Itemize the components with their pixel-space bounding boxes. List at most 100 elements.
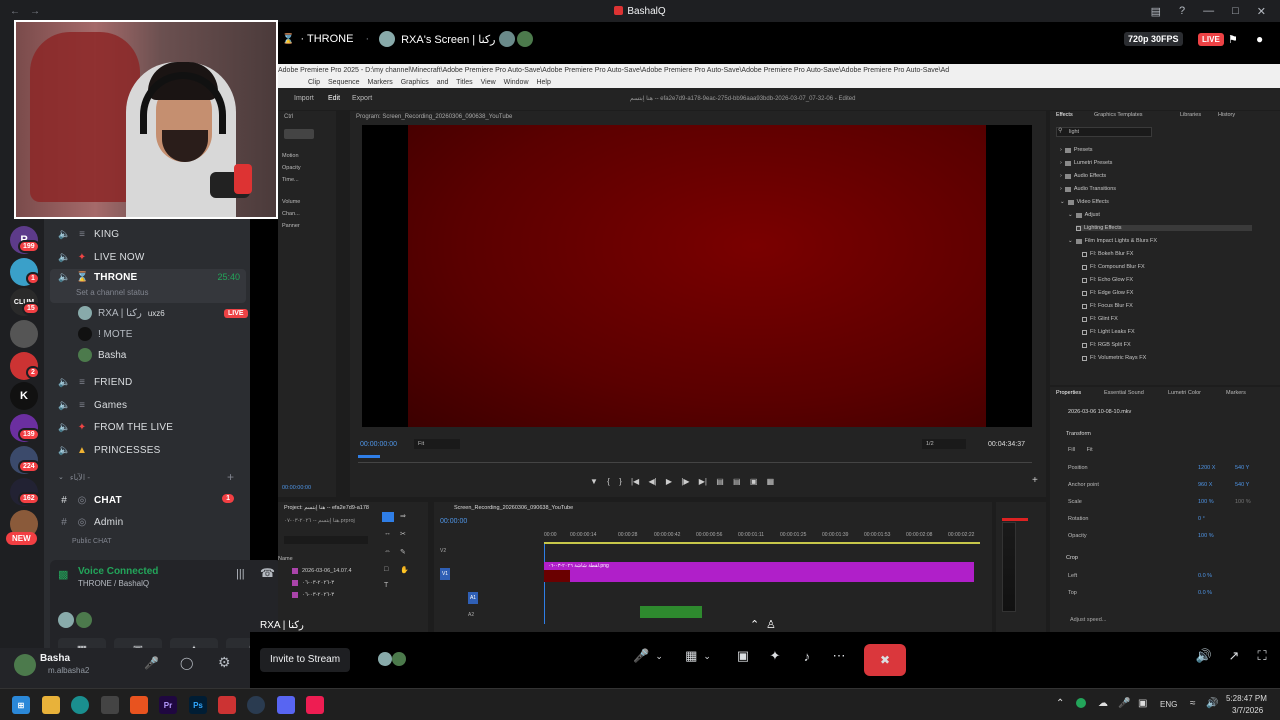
workspace-tab[interactable]: Import [294,88,314,110]
in-point-icon[interactable]: { [607,477,610,486]
prop-value[interactable]: 960 X [1198,482,1212,488]
popout-button[interactable]: ↗ [1224,644,1244,668]
prop-value[interactable]: 0.0 % [1198,590,1212,596]
tab-lumetri-color[interactable]: Lumetri Color [1168,390,1201,396]
tray-icon[interactable] [1076,698,1086,708]
tree-item[interactable]: ⌄ Video Effects [1060,199,1109,205]
audio-clip[interactable] [640,606,702,618]
microphone-icon[interactable]: 🎤 [144,656,159,670]
clip-chip[interactable] [284,129,314,139]
camera-button[interactable]: ▦ ⌄ [678,644,718,668]
channel-friend[interactable]: 🔈 ≡ FRIEND [44,372,244,392]
tab-history[interactable]: History [1218,112,1235,118]
photoshop-icon[interactable]: Ps [189,696,207,714]
windows-start-icon[interactable]: ⊞ [12,696,30,714]
sequence-tab[interactable]: Screen_Recording_20260306_090638_YouTube [454,505,573,511]
workspace-tab[interactable]: Export [352,88,372,110]
track-label[interactable]: A1 [468,592,478,604]
effect-control-item[interactable]: Panner [282,223,300,229]
server-icon[interactable] [10,320,38,348]
tree-item[interactable]: › Lumetri Presets [1060,160,1112,166]
vc-user[interactable]: Basha [78,346,126,364]
expand-up-icon[interactable]: ⌃ [750,618,759,631]
tree-item[interactable]: FI: Glint FX [1082,316,1118,322]
category-header[interactable]: ⌄ الآباء - + [44,470,244,484]
screen-share-button[interactable]: ▣ [732,644,754,668]
help-icon[interactable]: ? [1179,5,1185,17]
fullscreen-button[interactable]: ⛶ [1252,644,1272,668]
track-label[interactable]: V1 [440,568,450,580]
volume-button[interactable]: 🔊 [1194,644,1214,668]
effect-control-item[interactable]: Motion [282,153,299,159]
more-options-button[interactable]: ⋯ [828,644,850,668]
username[interactable]: Basha [40,653,70,664]
tree-item[interactable]: FI: Compound Blur FX [1082,264,1145,270]
leave-call-button[interactable]: ✖ [864,644,906,676]
avatar[interactable] [14,654,36,676]
app-icon[interactable] [218,696,236,714]
channel-live-now[interactable]: 🔈 ✦ LIVE NOW [44,247,244,267]
project-item[interactable]: ٣-٢٠٢٦-٠٣-٠٦ [292,592,334,598]
prop-value[interactable]: 100 % [1198,533,1214,539]
onedrive-icon[interactable]: ☁ [1098,698,1108,709]
headphones-icon[interactable]: ◯ [180,656,193,670]
tree-item[interactable]: FI: Volumetric Rays FX [1082,355,1146,361]
prop-value[interactable]: 0.0 % [1198,573,1212,579]
playhead-marker[interactable] [358,455,380,458]
video-clip[interactable]: لقطة شاشة ٢٠٢٦-٠٣-٠٦.png [544,562,974,582]
tree-item[interactable]: FI: Bokeh Blur FX [1082,251,1133,257]
invite-to-stream-button[interactable]: Invite to Stream [260,648,351,672]
tree-item[interactable]: › Audio Effects [1060,173,1106,179]
speaker-tray-icon[interactable]: 🔊 [1206,698,1218,709]
tree-item[interactable]: › Presets [1060,147,1093,153]
store-icon[interactable] [101,696,119,714]
category-header[interactable]: Public CHAT [44,536,244,546]
mic-tray-icon[interactable]: 🎤 [1118,698,1130,709]
tree-item[interactable]: ⌄ Adjust [1068,212,1100,218]
user-join-icon[interactable]: ♙ [766,618,776,631]
out-point-icon[interactable]: } [619,477,622,486]
compare-icon[interactable]: ▦ [767,477,775,486]
channel-throne[interactable]: 🔈 ⌛ THRONE 25:40 Set a channel status [50,269,246,303]
prop-value[interactable]: 540 Y [1235,482,1249,488]
chat-bubble-icon[interactable]: ● [1256,32,1263,46]
fill-button[interactable]: Fill [1068,447,1075,453]
project-search-input[interactable] [284,536,368,544]
effect-control-item[interactable]: Opacity [282,165,301,171]
bookmark-icon[interactable]: ⚑ [1228,33,1238,46]
playhead-timecode[interactable]: 00:00:00:00 [360,441,397,448]
video-preview[interactable] [362,125,1032,427]
inbox-icon[interactable]: ▤ [1151,5,1161,18]
channel-princesses[interactable]: 🔈 ▲ PRINCESSES [44,440,244,460]
language-indicator[interactable]: ENG [1160,700,1177,709]
prop-value[interactable]: 100 % [1198,499,1214,505]
menu-item[interactable]: Window [504,79,529,86]
go-to-out-icon[interactable]: ▶| [699,477,707,486]
razor-icon[interactable]: ✂ [400,530,406,538]
activities-button[interactable]: ✦ [764,644,786,668]
stream-view[interactable]: Adobe Premiere Pro 2025 - D:\my channel\… [278,64,1280,632]
track-select-icon[interactable]: ⇒ [400,512,406,520]
file-explorer-icon[interactable] [42,696,60,714]
slip-icon[interactable]: ⇔ [384,548,391,555]
tree-item-selected[interactable]: Lighting Effects [1076,225,1252,231]
go-to-in-icon[interactable]: |◀ [631,477,639,486]
tiktok-icon[interactable] [306,696,324,714]
disconnect-icon[interactable]: ☎ [260,566,275,580]
maximize-icon[interactable]: □ [1232,5,1239,17]
zoom-dropdown[interactable]: Fit [414,439,460,449]
channel-king[interactable]: 🔈 ≡ KING [44,224,244,244]
playhead-line[interactable] [544,544,545,624]
prop-value[interactable]: 540 Y [1235,465,1249,471]
tab-effects[interactable]: Effects [1056,112,1073,118]
track-label[interactable]: V2 [440,548,446,554]
tree-item[interactable]: FI: Focus Blur FX [1082,303,1133,309]
vc-user[interactable]: ! MOTE [78,325,132,343]
ripple-edit-icon[interactable]: ↔ [384,530,391,537]
pen-icon[interactable]: ✎ [400,548,406,556]
export-frame-icon[interactable]: ▣ [750,477,758,486]
menu-item[interactable]: Help [536,79,550,86]
project-item[interactable]: 2026-03-06_14.07.4 [292,568,352,574]
hand-icon[interactable]: ✋ [400,566,409,574]
resolution-dropdown[interactable]: 1/2 [922,439,966,449]
